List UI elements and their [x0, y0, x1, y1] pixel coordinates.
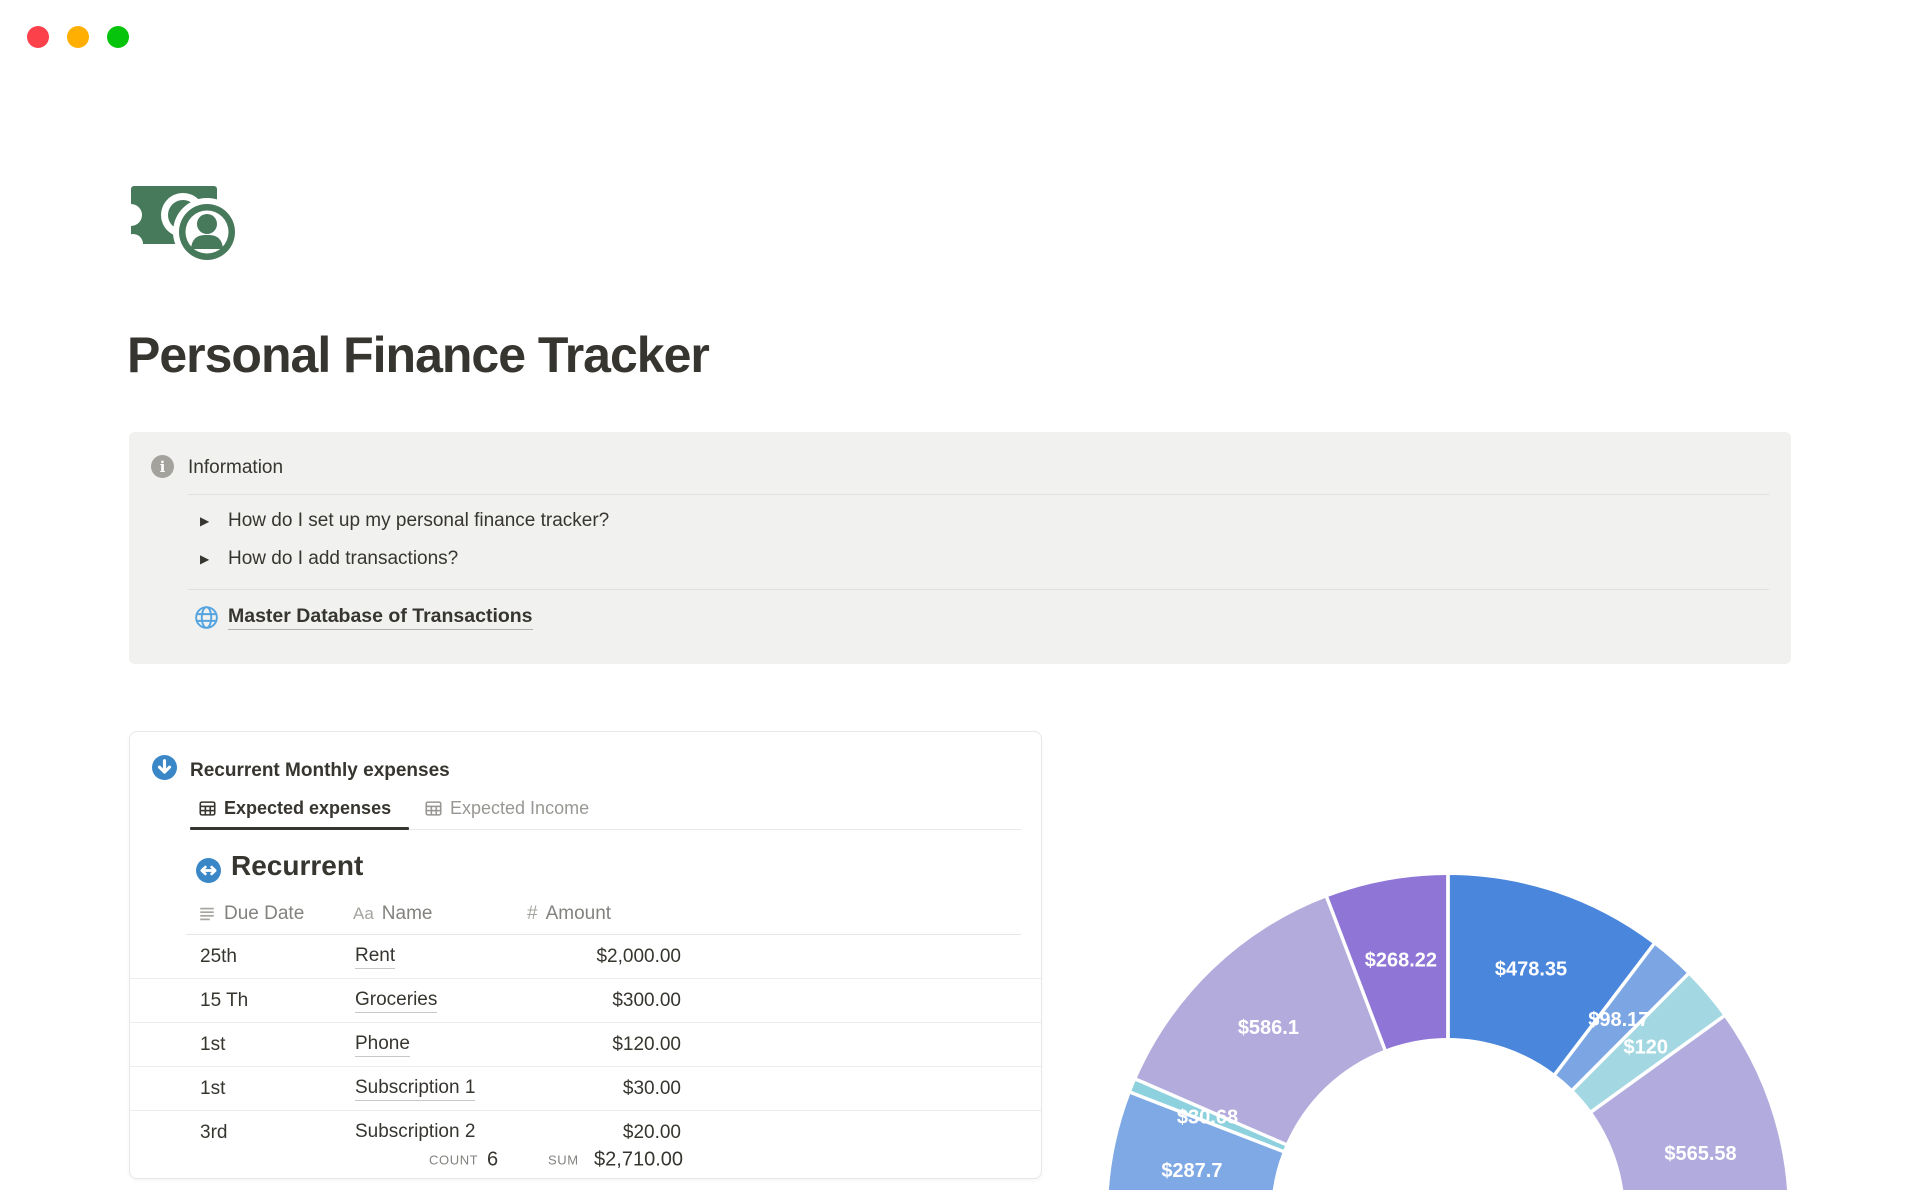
table-icon [425, 800, 442, 817]
toggle-setup-question[interactable]: ▶ How do I set up my personal finance tr… [200, 510, 609, 532]
text-type-icon: Aa [353, 904, 374, 923]
donut-segment-label: $287.7 [1161, 1160, 1222, 1182]
table-row[interactable]: 1st Subscription 1 $30.00 [130, 1067, 1041, 1111]
tab-expected-expenses[interactable]: Expected expenses [199, 798, 391, 819]
table-row[interactable]: 25th Rent $2,000.00 [130, 935, 1041, 979]
column-header-amount[interactable]: # Amount [527, 903, 611, 925]
toggle-right-arrow-icon[interactable]: ▶ [200, 514, 214, 528]
toggle-right-arrow-icon[interactable]: ▶ [200, 552, 214, 566]
divider [188, 589, 1769, 590]
table-row[interactable]: 15 Th Groceries $300.00 [130, 979, 1041, 1023]
table-section-title[interactable]: Recurrent [231, 850, 363, 882]
divider [188, 494, 1769, 495]
info-icon: i [151, 455, 174, 478]
table-row[interactable]: 1st Phone $120.00 [130, 1023, 1041, 1067]
donut-segment-label: $120 [1624, 1036, 1669, 1058]
zoom-button[interactable] [107, 26, 129, 48]
donut-segment-label: $30.68 [1177, 1106, 1238, 1128]
active-tab-underline [190, 827, 409, 830]
donut-segment-label: $565.58 [1664, 1143, 1736, 1165]
master-database-link-label[interactable]: Master Database of Transactions [228, 605, 533, 630]
money-banknote-icon[interactable] [120, 182, 241, 268]
sum-value[interactable]: $2,710.00 [570, 1149, 683, 1172]
expenses-donut-chart[interactable]: $478.35 $98.17 $120 $565.58 $287.7 $30.68 $586… [1090, 860, 1810, 1200]
arrow-down-circle-icon [152, 755, 177, 780]
notion-personal-finance-page: { "window": { "controls": [ {"name": "cl… [0, 0, 1920, 1200]
count-label[interactable]: COUNT [429, 1153, 478, 1168]
table-icon [199, 800, 216, 817]
donut-segment-label: $586.1 [1238, 1017, 1299, 1039]
arrows-left-right-circle-icon [196, 858, 221, 883]
widget-title[interactable]: Recurrent Monthly expenses [190, 760, 450, 782]
column-header-due-date[interactable]: Due Date [198, 903, 304, 925]
donut-segment-label: $268.22 [1365, 949, 1437, 971]
tab-expected-income[interactable]: Expected Income [425, 798, 589, 819]
information-callout: i Information ▶ How do I set up my perso… [129, 432, 1791, 664]
table-row[interactable]: 3rd Subscription 2 $20.00 [130, 1111, 1041, 1143]
column-header-name[interactable]: Aa Name [353, 903, 432, 925]
donut-segment-label: $98.17 [1588, 1009, 1649, 1031]
callout-title[interactable]: Information [188, 457, 283, 479]
globe-icon [193, 604, 220, 631]
close-button[interactable] [27, 26, 49, 48]
recurrent-monthly-expenses-card: Recurrent Monthly expenses Expected expe… [129, 731, 1042, 1179]
master-database-link[interactable]: Master Database of Transactions [193, 604, 533, 631]
toggle-add-transactions-question[interactable]: ▶ How do I add transactions? [200, 548, 458, 570]
window-controls [27, 26, 129, 48]
donut-segment-label: $478.35 [1495, 959, 1567, 981]
count-value[interactable]: 6 [487, 1149, 498, 1172]
minimize-button[interactable] [67, 26, 89, 48]
list-icon [198, 905, 216, 923]
page-title[interactable]: Personal Finance Tracker [127, 326, 710, 384]
table-body: 25th Rent $2,000.00 15 Th Groceries $300… [130, 935, 1041, 1142]
table-footer: COUNT 6 SUM $2,710.00 [130, 1142, 1041, 1178]
number-icon: # [527, 903, 538, 924]
